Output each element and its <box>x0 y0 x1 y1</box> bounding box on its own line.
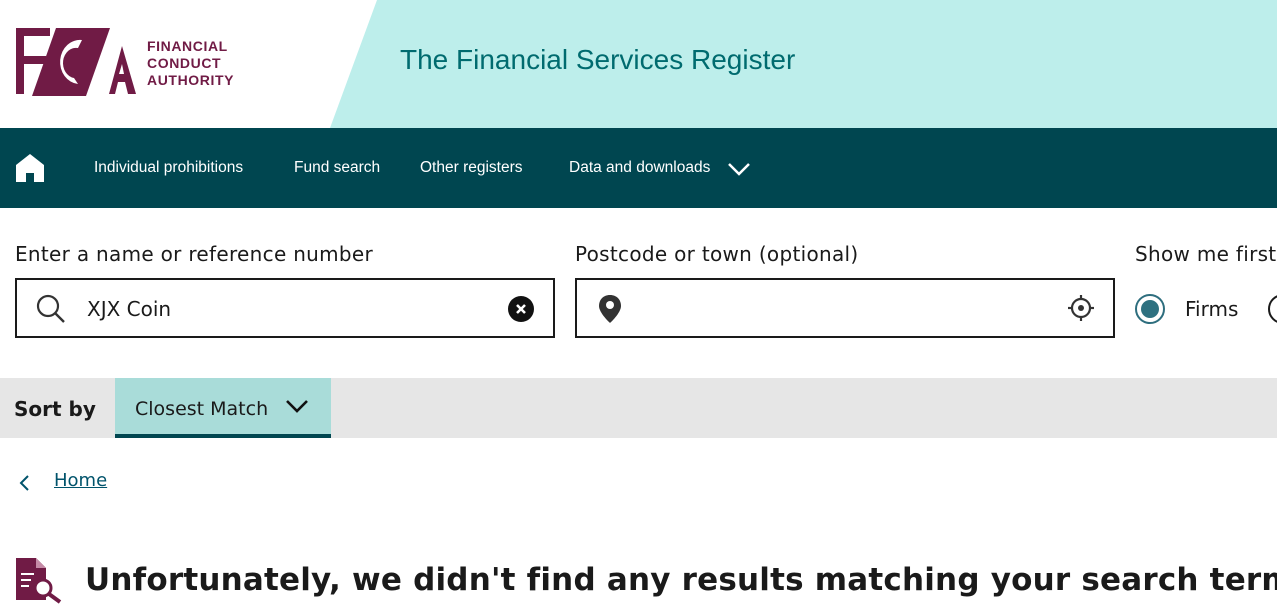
locate-me-icon[interactable] <box>1067 294 1095 322</box>
map-pin-icon <box>599 295 621 323</box>
sort-bar: Sort by Closest Match <box>0 378 1277 438</box>
location-label: Postcode or town (optional) <box>575 242 859 266</box>
main-navigation: Individual prohibitions Fund search Othe… <box>0 128 1277 208</box>
logo-line: CONDUCT <box>147 55 222 71</box>
nav-item-other-registers[interactable]: Other registers <box>420 159 523 177</box>
firms-radio[interactable] <box>1135 294 1165 324</box>
home-icon <box>16 154 44 182</box>
fca-logo-text: FINANCIAL CONDUCT AUTHORITY <box>147 38 234 89</box>
firms-radio-label[interactable]: Firms <box>1185 297 1238 321</box>
logo-line: AUTHORITY <box>147 72 235 88</box>
site-header: FINANCIAL CONDUCT AUTHORITY The Financia… <box>0 0 1277 128</box>
chevron-left-icon[interactable] <box>18 474 32 492</box>
nav-item-individual-prohibitions[interactable]: Individual prohibitions <box>94 159 243 177</box>
search-icon <box>36 294 65 323</box>
logo-line: FINANCIAL <box>147 38 228 54</box>
page-title: The Financial Services Register <box>400 44 796 75</box>
radio-selected-dot <box>1141 300 1159 318</box>
search-input-value[interactable]: XJX Coin <box>87 297 171 321</box>
name-search-label: Enter a name or reference number <box>15 242 374 266</box>
clear-icon[interactable] <box>507 295 535 323</box>
individuals-radio[interactable] <box>1268 294 1277 324</box>
no-results-heading: Unfortunately, we didn't find any result… <box>85 562 1277 598</box>
sort-select[interactable]: Closest Match <box>115 378 331 438</box>
sort-by-label: Sort by <box>14 397 96 421</box>
breadcrumb-home-link[interactable]: Home <box>54 470 107 491</box>
location-input[interactable] <box>575 278 1115 338</box>
show-me-first-label: Show me first <box>1135 242 1277 266</box>
nav-item-data-and-downloads[interactable]: Data and downloads <box>569 159 710 177</box>
sort-selected-value: Closest Match <box>135 398 269 420</box>
chevron-down-icon <box>286 400 308 413</box>
fca-logo-mark <box>16 28 136 96</box>
nav-item-fund-search[interactable]: Fund search <box>294 159 380 177</box>
home-button[interactable] <box>14 152 46 184</box>
chevron-down-icon[interactable] <box>726 160 752 178</box>
document-search-icon <box>16 558 62 604</box>
name-search-input[interactable]: XJX Coin <box>15 278 555 338</box>
